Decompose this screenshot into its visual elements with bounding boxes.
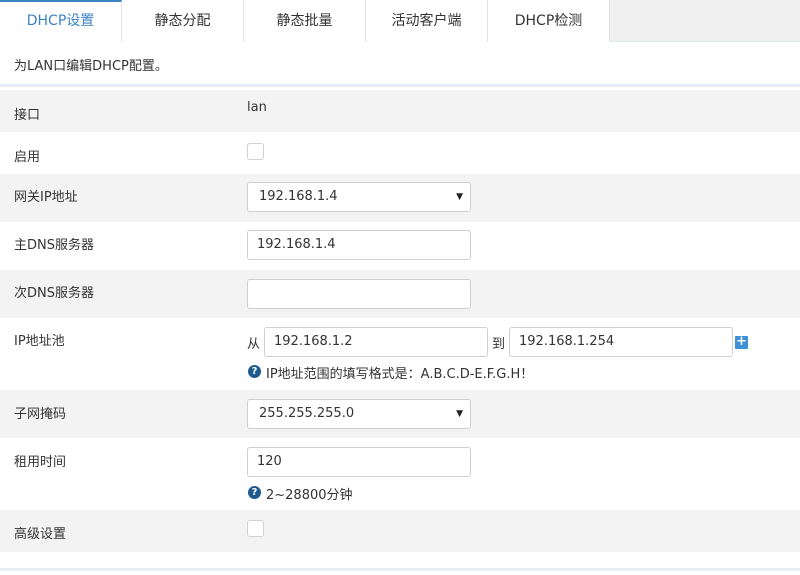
enable-label: 启用 — [14, 150, 41, 165]
interface-row: 接口 lan — [0, 90, 800, 132]
page-description: 为LAN口编辑DHCP配置。 — [0, 43, 800, 87]
interface-value: lan — [247, 100, 267, 115]
bottom-divider — [0, 568, 800, 571]
subnet-mask-selected-value: 255.255.255.0 — [259, 406, 355, 421]
ip-pool-end-input[interactable]: 192.168.1.254 — [509, 327, 733, 357]
secondary-dns-input[interactable] — [247, 279, 471, 309]
subnet-mask-label: 子网掩码 — [14, 407, 67, 422]
subnet-mask-row: 子网掩码 255.255.255.0 ▼ — [0, 390, 800, 438]
caret-down-icon: ▼ — [456, 192, 463, 202]
tab-dhcp-detection[interactable]: DHCP检测 — [488, 0, 610, 42]
ip-pool-row: IP地址池 从 192.168.1.2 到 192.168.1.254 + ? … — [0, 318, 800, 390]
gateway-select[interactable]: 192.168.1.4 ▼ — [247, 182, 471, 212]
tab-dhcp-settings[interactable]: DHCP设置 — [0, 0, 122, 42]
tab-static-allocation[interactable]: 静态分配 — [122, 0, 244, 42]
primary-dns-label: 主DNS服务器 — [14, 238, 94, 253]
gateway-row: 网关IP地址 192.168.1.4 ▼ — [0, 174, 800, 222]
gateway-label: 网关IP地址 — [14, 190, 78, 205]
ip-pool-label: IP地址池 — [14, 334, 65, 349]
tab-bar: DHCP设置 静态分配 静态批量 活动客户端 DHCP检测 — [0, 0, 800, 42]
gateway-selected-value: 192.168.1.4 — [259, 189, 338, 204]
tab-active-clients[interactable]: 活动客户端 — [366, 0, 488, 42]
question-circle-icon: ? — [248, 486, 261, 499]
interface-label: 接口 — [14, 108, 41, 123]
advanced-label: 高级设置 — [14, 527, 67, 542]
lease-time-label: 租用时间 — [14, 455, 67, 470]
ip-pool-to-label: 到 — [492, 337, 506, 352]
ip-pool-start-input[interactable]: 192.168.1.2 — [264, 327, 488, 357]
caret-down-icon: ▼ — [456, 409, 463, 419]
plus-square-icon[interactable]: + — [735, 335, 748, 349]
enable-checkbox[interactable] — [247, 143, 264, 160]
advanced-row: 高级设置 — [0, 510, 800, 552]
advanced-checkbox[interactable] — [247, 520, 264, 537]
ip-pool-from-label: 从 — [247, 337, 261, 352]
tab-static-batch[interactable]: 静态批量 — [244, 0, 366, 42]
ip-pool-help-text: IP地址范围的填写格式是：A.B.C.D-E.F.G.H！ — [266, 367, 534, 382]
lease-time-help-text: 2~28800分钟 — [266, 488, 353, 503]
secondary-dns-row: 次DNS服务器 — [0, 270, 800, 318]
lease-time-row: 租用时间 120 ? 2~28800分钟 — [0, 438, 800, 510]
question-circle-icon: ? — [248, 365, 261, 378]
primary-dns-row: 主DNS服务器 192.168.1.4 — [0, 222, 800, 270]
subnet-mask-select[interactable]: 255.255.255.0 ▼ — [247, 399, 471, 429]
primary-dns-input[interactable]: 192.168.1.4 — [247, 230, 471, 260]
enable-row: 启用 — [0, 132, 800, 174]
secondary-dns-label: 次DNS服务器 — [14, 286, 94, 301]
lease-time-input[interactable]: 120 — [247, 447, 471, 477]
